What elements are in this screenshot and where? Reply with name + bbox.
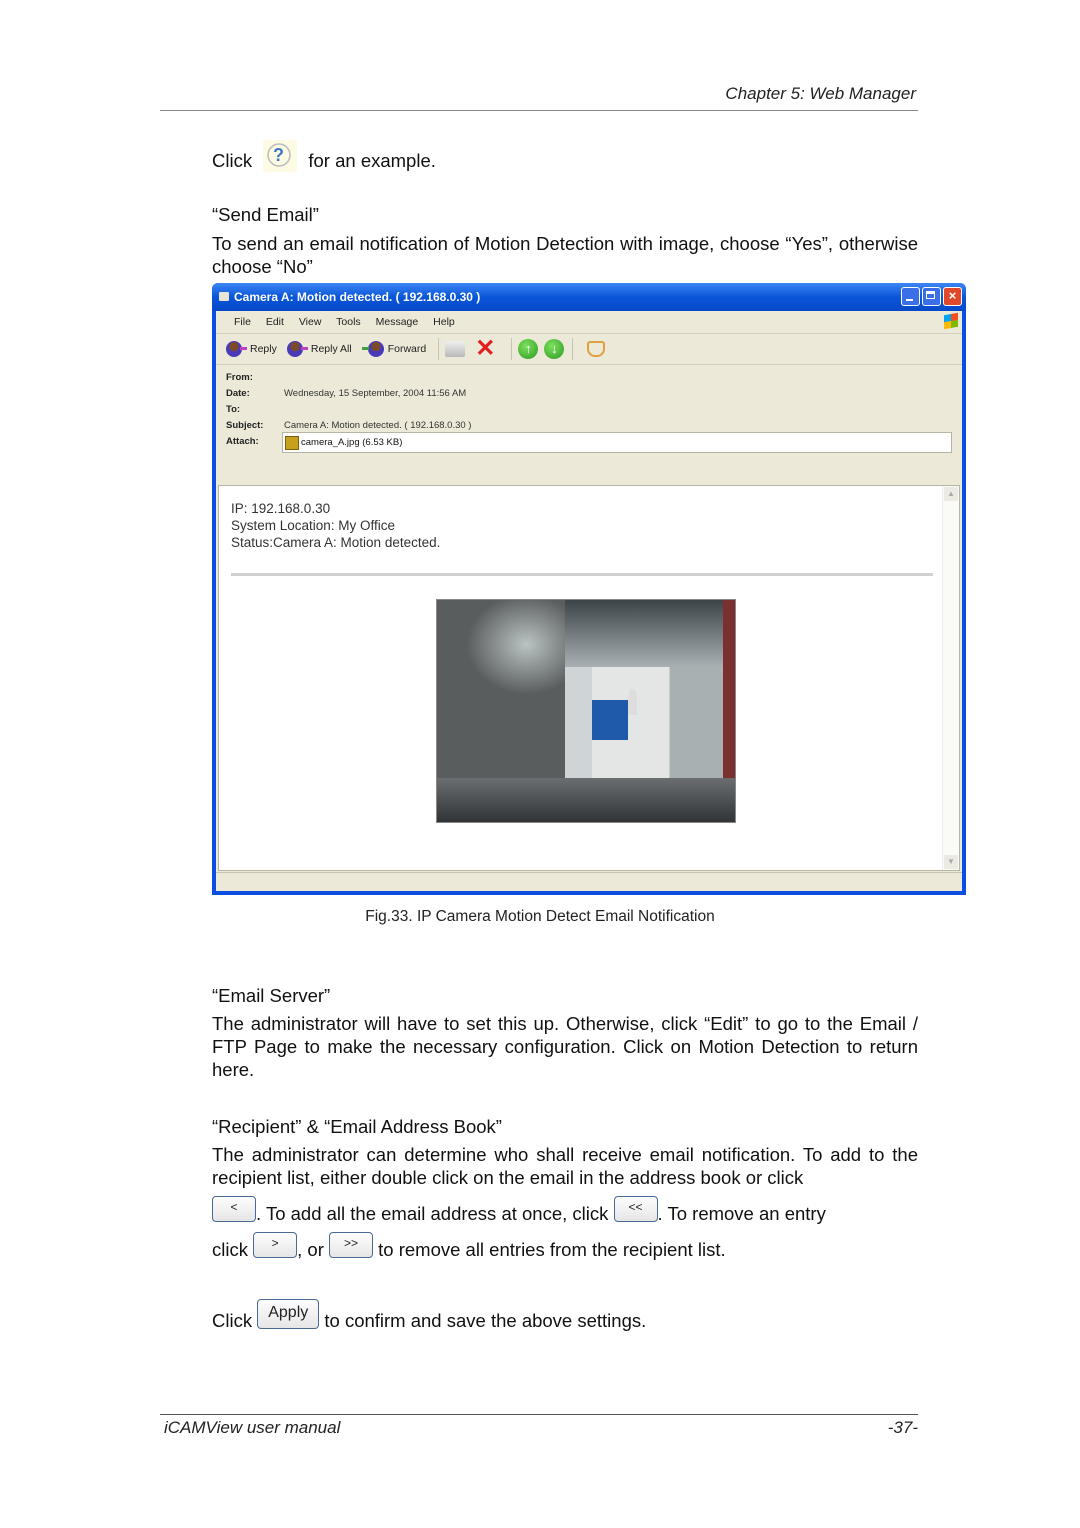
body-divider bbox=[231, 573, 933, 576]
body-location: System Location: My Office bbox=[231, 518, 396, 533]
menu-bar: File Edit View Tools Message Help bbox=[216, 311, 962, 334]
intro-click-text: Click bbox=[212, 149, 253, 171]
menu-edit[interactable]: Edit bbox=[266, 316, 284, 328]
windows-logo-icon bbox=[944, 312, 958, 330]
toolbar-separator bbox=[511, 338, 513, 360]
next-arrow-icon[interactable]: ↓ bbox=[544, 339, 565, 359]
remove-recipient-button[interactable]: > bbox=[253, 1232, 298, 1259]
apply-click-text: Click bbox=[212, 1309, 253, 1331]
snapshot-floor bbox=[437, 777, 735, 822]
date-label: Date: bbox=[226, 388, 250, 399]
figure-caption: Fig.33. IP Camera Motion Detect Email No… bbox=[365, 908, 715, 925]
delete-icon[interactable]: ✕ bbox=[475, 337, 495, 361]
window-titlebar: Camera A: Motion detected. ( 192.168.0.3… bbox=[212, 283, 966, 311]
reply-all-button[interactable]: Reply All bbox=[286, 341, 352, 357]
recipient-text: The administrator can determine who shal… bbox=[212, 1144, 918, 1188]
menu-file[interactable]: File bbox=[234, 316, 251, 328]
previous-arrow-icon[interactable]: ↑ bbox=[518, 339, 539, 359]
toolbar-separator bbox=[438, 338, 440, 360]
header-divider bbox=[160, 110, 918, 111]
reply-all-label: Reply All bbox=[310, 343, 352, 355]
snapshot-partition bbox=[591, 699, 628, 740]
add-text: . To add all the email address at once, … bbox=[256, 1203, 609, 1224]
page-number: -37- bbox=[887, 1418, 918, 1437]
from-label: From: bbox=[226, 372, 253, 383]
intro-line: Click ? for an example. bbox=[212, 140, 918, 178]
apply-text: to confirm and save the above settings. bbox=[324, 1309, 647, 1331]
menu-message[interactable]: Message bbox=[376, 316, 419, 328]
send-email-text: To send an email notification of Motion … bbox=[212, 233, 918, 277]
or-text: , or bbox=[297, 1239, 324, 1260]
maximize-button[interactable] bbox=[922, 287, 941, 306]
attachment-name[interactable]: camera_A.jpg (6.53 KB) bbox=[301, 434, 402, 452]
chapter-header: Chapter 5: Web Manager bbox=[725, 84, 916, 103]
message-text: IP: 192.168.0.30 System Location: My Off… bbox=[231, 500, 440, 551]
reply-label: Reply bbox=[250, 343, 277, 355]
intro-after-text: for an example. bbox=[308, 149, 436, 171]
apply-button[interactable]: Apply bbox=[257, 1299, 320, 1329]
minimize-button[interactable] bbox=[901, 287, 920, 306]
reply-all-icon bbox=[286, 341, 308, 357]
menu-tools[interactable]: Tools bbox=[336, 316, 361, 328]
svg-text:?: ? bbox=[273, 145, 284, 165]
close-button[interactable]: × bbox=[943, 287, 962, 306]
apply-line: Click Apply to confirm and save the abov… bbox=[212, 1299, 918, 1337]
recipient-line-remove: click >, or >> to remove all entries fro… bbox=[212, 1232, 918, 1264]
envelope-icon bbox=[219, 292, 229, 301]
click-text: click bbox=[212, 1239, 248, 1260]
header-date: Date: Wednesday, 15 September, 2004 11:5… bbox=[226, 386, 962, 402]
subject-label: Subject: bbox=[226, 420, 264, 431]
email-window: Camera A: Motion detected. ( 192.168.0.3… bbox=[212, 283, 966, 895]
remove-text: . To remove an entry bbox=[657, 1203, 826, 1224]
email-server-heading: “Email Server” bbox=[212, 985, 331, 1006]
vertical-scrollbar[interactable]: ▲ ▼ bbox=[942, 486, 959, 870]
footer-divider bbox=[160, 1414, 918, 1415]
message-headers: From: Date: Wednesday, 15 September, 200… bbox=[216, 365, 962, 462]
date-value: Wednesday, 15 September, 2004 11:56 AM bbox=[284, 388, 467, 399]
scroll-down-icon[interactable]: ▼ bbox=[944, 855, 958, 869]
address-book-icon[interactable] bbox=[587, 341, 606, 357]
email-server-text: The administrator will have to set this … bbox=[212, 1013, 918, 1080]
message-body: IP: 192.168.0.30 System Location: My Off… bbox=[218, 485, 960, 871]
send-email-heading: “Send Email” bbox=[212, 204, 319, 225]
remove-all-recipients-button[interactable]: >> bbox=[329, 1232, 373, 1259]
reply-button[interactable]: Reply bbox=[226, 341, 277, 357]
header-from: From: bbox=[226, 370, 962, 386]
recipient-heading: “Recipient” & “Email Address Book” bbox=[212, 1116, 502, 1137]
toolbar: Reply Reply All Forward ✕ ↑ ↓ bbox=[216, 334, 962, 365]
snapshot-ceiling bbox=[565, 600, 724, 667]
body-ip: IP: 192.168.0.30 bbox=[231, 501, 331, 516]
print-icon[interactable] bbox=[445, 341, 466, 357]
attach-label: Attach: bbox=[226, 436, 259, 447]
window-title: Camera A: Motion detected. ( 192.168.0.3… bbox=[234, 290, 481, 304]
footer-title: iCAMView user manual bbox=[164, 1418, 341, 1437]
to-label: To: bbox=[226, 404, 241, 415]
menu-help[interactable]: Help bbox=[433, 316, 455, 328]
forward-button[interactable]: Forward bbox=[361, 341, 427, 357]
add-recipient-button[interactable]: < bbox=[212, 1196, 256, 1223]
forward-icon bbox=[361, 341, 384, 357]
camera-snapshot-image bbox=[436, 599, 736, 823]
add-all-recipients-button[interactable]: << bbox=[613, 1196, 658, 1223]
toolbar-separator bbox=[572, 338, 574, 360]
image-file-icon bbox=[285, 435, 299, 450]
help-question-icon[interactable]: ? bbox=[263, 140, 298, 172]
window-client: File Edit View Tools Message Help Reply … bbox=[216, 311, 962, 891]
attachment-field[interactable]: camera_A.jpg (6.53 KB) bbox=[282, 432, 952, 453]
menu-view[interactable]: View bbox=[299, 316, 322, 328]
snapshot-person bbox=[627, 688, 637, 716]
body-status: Status:Camera A: Motion detected. bbox=[231, 535, 441, 550]
forward-label: Forward bbox=[387, 343, 427, 355]
header-to: To: bbox=[226, 402, 962, 418]
remove-all-text: to remove all entries from the recipient… bbox=[378, 1239, 726, 1260]
status-bar bbox=[216, 872, 962, 891]
reply-icon bbox=[226, 341, 247, 357]
scroll-up-icon[interactable]: ▲ bbox=[944, 487, 958, 501]
recipient-line-add: <. To add all the email address at once,… bbox=[212, 1196, 918, 1228]
